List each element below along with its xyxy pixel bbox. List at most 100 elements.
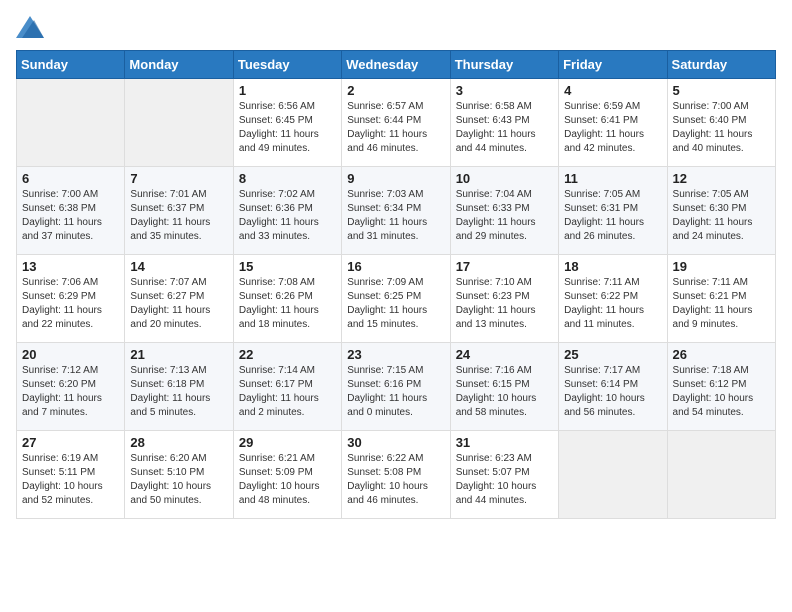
calendar-week-row: 6 Sunrise: 7:00 AM Sunset: 6:38 PM Daylig… bbox=[17, 167, 776, 255]
calendar-body: 1Sunrise: 6:56 AM Sunset: 6:45 PM Daylig… bbox=[17, 79, 776, 519]
calendar-cell: 7Sunrise: 7:01 AM Sunset: 6:37 PM Daylig… bbox=[125, 167, 233, 255]
calendar-week-row: 20 Sunrise: 7:12 AM Sunset: 6:20 PM Dayli… bbox=[17, 343, 776, 431]
calendar-cell: 25Sunrise: 7:17 AM Sunset: 6:14 PM Dayli… bbox=[559, 343, 667, 431]
weekday-header: Tuesday bbox=[233, 51, 341, 79]
day-number: 25 bbox=[564, 347, 661, 362]
day-number: 13 bbox=[22, 259, 119, 274]
day-number: 26 bbox=[673, 347, 770, 362]
day-info: Sunrise: 7:02 AM Sunset: 6:36 PM Dayligh… bbox=[239, 188, 336, 244]
day-number: 23 bbox=[347, 347, 444, 362]
day-number: 7 bbox=[130, 171, 227, 186]
page-header bbox=[16, 16, 776, 38]
day-info: Sunrise: 6:23 AM Sunset: 5:07 PM Dayligh… bbox=[456, 452, 553, 508]
calendar-cell: 10 Sunrise: 7:04 AM Sunset: 6:33 PM Dayli… bbox=[450, 167, 558, 255]
calendar-cell: 28 Sunrise: 6:20 AM Sunset: 5:10 PM Dayli… bbox=[125, 431, 233, 519]
day-info: Sunrise: 7:04 AM Sunset: 6:33 PM Dayligh… bbox=[456, 188, 553, 244]
calendar-cell: 31 Sunrise: 6:23 AM Sunset: 5:07 PM Dayli… bbox=[450, 431, 558, 519]
calendar-cell: 3 Sunrise: 6:58 AM Sunset: 6:43 PM Daylig… bbox=[450, 79, 558, 167]
calendar-cell: 21 Sunrise: 7:13 AM Sunset: 6:18 PM Dayli… bbox=[125, 343, 233, 431]
calendar-cell: 29 Sunrise: 6:21 AM Sunset: 5:09 PM Dayli… bbox=[233, 431, 341, 519]
calendar-cell: 26 Sunrise: 7:18 AM Sunset: 6:12 PM Dayli… bbox=[667, 343, 775, 431]
day-info: Sunrise: 6:59 AM Sunset: 6:41 PM Dayligh… bbox=[564, 100, 661, 156]
calendar-cell: 1Sunrise: 6:56 AM Sunset: 6:45 PM Daylig… bbox=[233, 79, 341, 167]
weekday-header: Wednesday bbox=[342, 51, 450, 79]
day-number: 15 bbox=[239, 259, 336, 274]
day-info: Sunrise: 6:20 AM Sunset: 5:10 PM Dayligh… bbox=[130, 452, 227, 508]
day-info: Sunrise: 7:12 AM Sunset: 6:20 PM Dayligh… bbox=[22, 364, 119, 420]
day-info: Sunrise: 7:09 AM Sunset: 6:25 PM Dayligh… bbox=[347, 276, 444, 332]
day-number: 16 bbox=[347, 259, 444, 274]
calendar-week-row: 27 Sunrise: 6:19 AM Sunset: 5:11 PM Dayli… bbox=[17, 431, 776, 519]
calendar-cell: 30Sunrise: 6:22 AM Sunset: 5:08 PM Dayli… bbox=[342, 431, 450, 519]
day-number: 19 bbox=[673, 259, 770, 274]
day-number: 4 bbox=[564, 83, 661, 98]
day-info: Sunrise: 7:18 AM Sunset: 6:12 PM Dayligh… bbox=[673, 364, 770, 420]
calendar-cell: 5 Sunrise: 7:00 AM Sunset: 6:40 PM Daylig… bbox=[667, 79, 775, 167]
day-number: 12 bbox=[673, 171, 770, 186]
calendar-cell: 11 Sunrise: 7:05 AM Sunset: 6:31 PM Dayli… bbox=[559, 167, 667, 255]
calendar-week-row: 1Sunrise: 6:56 AM Sunset: 6:45 PM Daylig… bbox=[17, 79, 776, 167]
day-info: Sunrise: 7:07 AM Sunset: 6:27 PM Dayligh… bbox=[130, 276, 227, 332]
day-info: Sunrise: 7:00 AM Sunset: 6:38 PM Dayligh… bbox=[22, 188, 119, 244]
header-row: SundayMondayTuesdayWednesdayThursdayFrid… bbox=[17, 51, 776, 79]
day-number: 6 bbox=[22, 171, 119, 186]
logo-icon bbox=[16, 16, 44, 38]
day-number: 27 bbox=[22, 435, 119, 450]
calendar-cell: 13 Sunrise: 7:06 AM Sunset: 6:29 PM Dayli… bbox=[17, 255, 125, 343]
day-number: 17 bbox=[456, 259, 553, 274]
day-number: 11 bbox=[564, 171, 661, 186]
day-info: Sunrise: 7:08 AM Sunset: 6:26 PM Dayligh… bbox=[239, 276, 336, 332]
day-info: Sunrise: 6:19 AM Sunset: 5:11 PM Dayligh… bbox=[22, 452, 119, 508]
calendar-header: SundayMondayTuesdayWednesdayThursdayFrid… bbox=[17, 51, 776, 79]
day-number: 9 bbox=[347, 171, 444, 186]
day-number: 2 bbox=[347, 83, 444, 98]
day-info: Sunrise: 6:57 AM Sunset: 6:44 PM Dayligh… bbox=[347, 100, 444, 156]
calendar-cell: 17 Sunrise: 7:10 AM Sunset: 6:23 PM Dayli… bbox=[450, 255, 558, 343]
calendar-cell: 22 Sunrise: 7:14 AM Sunset: 6:17 PM Dayli… bbox=[233, 343, 341, 431]
day-info: Sunrise: 7:11 AM Sunset: 6:22 PM Dayligh… bbox=[564, 276, 661, 332]
calendar-cell: 27 Sunrise: 6:19 AM Sunset: 5:11 PM Dayli… bbox=[17, 431, 125, 519]
day-info: Sunrise: 7:11 AM Sunset: 6:21 PM Dayligh… bbox=[673, 276, 770, 332]
day-info: Sunrise: 7:15 AM Sunset: 6:16 PM Dayligh… bbox=[347, 364, 444, 420]
day-number: 1 bbox=[239, 83, 336, 98]
day-info: Sunrise: 7:05 AM Sunset: 6:30 PM Dayligh… bbox=[673, 188, 770, 244]
calendar-cell: 24Sunrise: 7:16 AM Sunset: 6:15 PM Dayli… bbox=[450, 343, 558, 431]
day-number: 10 bbox=[456, 171, 553, 186]
day-info: Sunrise: 7:00 AM Sunset: 6:40 PM Dayligh… bbox=[673, 100, 770, 156]
calendar-cell: 23 Sunrise: 7:15 AM Sunset: 6:16 PM Dayli… bbox=[342, 343, 450, 431]
calendar-week-row: 13 Sunrise: 7:06 AM Sunset: 6:29 PM Dayli… bbox=[17, 255, 776, 343]
day-number: 22 bbox=[239, 347, 336, 362]
day-number: 20 bbox=[22, 347, 119, 362]
day-number: 31 bbox=[456, 435, 553, 450]
calendar-cell: 19 Sunrise: 7:11 AM Sunset: 6:21 PM Dayli… bbox=[667, 255, 775, 343]
day-info: Sunrise: 7:10 AM Sunset: 6:23 PM Dayligh… bbox=[456, 276, 553, 332]
weekday-header: Sunday bbox=[17, 51, 125, 79]
day-info: Sunrise: 7:13 AM Sunset: 6:18 PM Dayligh… bbox=[130, 364, 227, 420]
calendar-cell: 16 Sunrise: 7:09 AM Sunset: 6:25 PM Dayli… bbox=[342, 255, 450, 343]
day-info: Sunrise: 7:05 AM Sunset: 6:31 PM Dayligh… bbox=[564, 188, 661, 244]
day-info: Sunrise: 7:06 AM Sunset: 6:29 PM Dayligh… bbox=[22, 276, 119, 332]
day-info: Sunrise: 6:21 AM Sunset: 5:09 PM Dayligh… bbox=[239, 452, 336, 508]
day-number: 3 bbox=[456, 83, 553, 98]
day-info: Sunrise: 7:14 AM Sunset: 6:17 PM Dayligh… bbox=[239, 364, 336, 420]
calendar-cell: 20 Sunrise: 7:12 AM Sunset: 6:20 PM Dayli… bbox=[17, 343, 125, 431]
day-number: 5 bbox=[673, 83, 770, 98]
day-number: 29 bbox=[239, 435, 336, 450]
calendar-cell: 8Sunrise: 7:02 AM Sunset: 6:36 PM Daylig… bbox=[233, 167, 341, 255]
day-number: 28 bbox=[130, 435, 227, 450]
day-info: Sunrise: 6:58 AM Sunset: 6:43 PM Dayligh… bbox=[456, 100, 553, 156]
day-number: 14 bbox=[130, 259, 227, 274]
day-number: 21 bbox=[130, 347, 227, 362]
calendar-cell: 2 Sunrise: 6:57 AM Sunset: 6:44 PM Daylig… bbox=[342, 79, 450, 167]
logo bbox=[16, 16, 48, 38]
calendar-cell: 14 Sunrise: 7:07 AM Sunset: 6:27 PM Dayli… bbox=[125, 255, 233, 343]
calendar-cell: 9Sunrise: 7:03 AM Sunset: 6:34 PM Daylig… bbox=[342, 167, 450, 255]
day-info: Sunrise: 6:22 AM Sunset: 5:08 PM Dayligh… bbox=[347, 452, 444, 508]
calendar-cell: 4 Sunrise: 6:59 AM Sunset: 6:41 PM Daylig… bbox=[559, 79, 667, 167]
calendar-cell: 12 Sunrise: 7:05 AM Sunset: 6:30 PM Dayli… bbox=[667, 167, 775, 255]
day-info: Sunrise: 7:16 AM Sunset: 6:15 PM Dayligh… bbox=[456, 364, 553, 420]
calendar-cell: 6 Sunrise: 7:00 AM Sunset: 6:38 PM Daylig… bbox=[17, 167, 125, 255]
weekday-header: Friday bbox=[559, 51, 667, 79]
calendar-table: SundayMondayTuesdayWednesdayThursdayFrid… bbox=[16, 50, 776, 519]
calendar-cell bbox=[667, 431, 775, 519]
